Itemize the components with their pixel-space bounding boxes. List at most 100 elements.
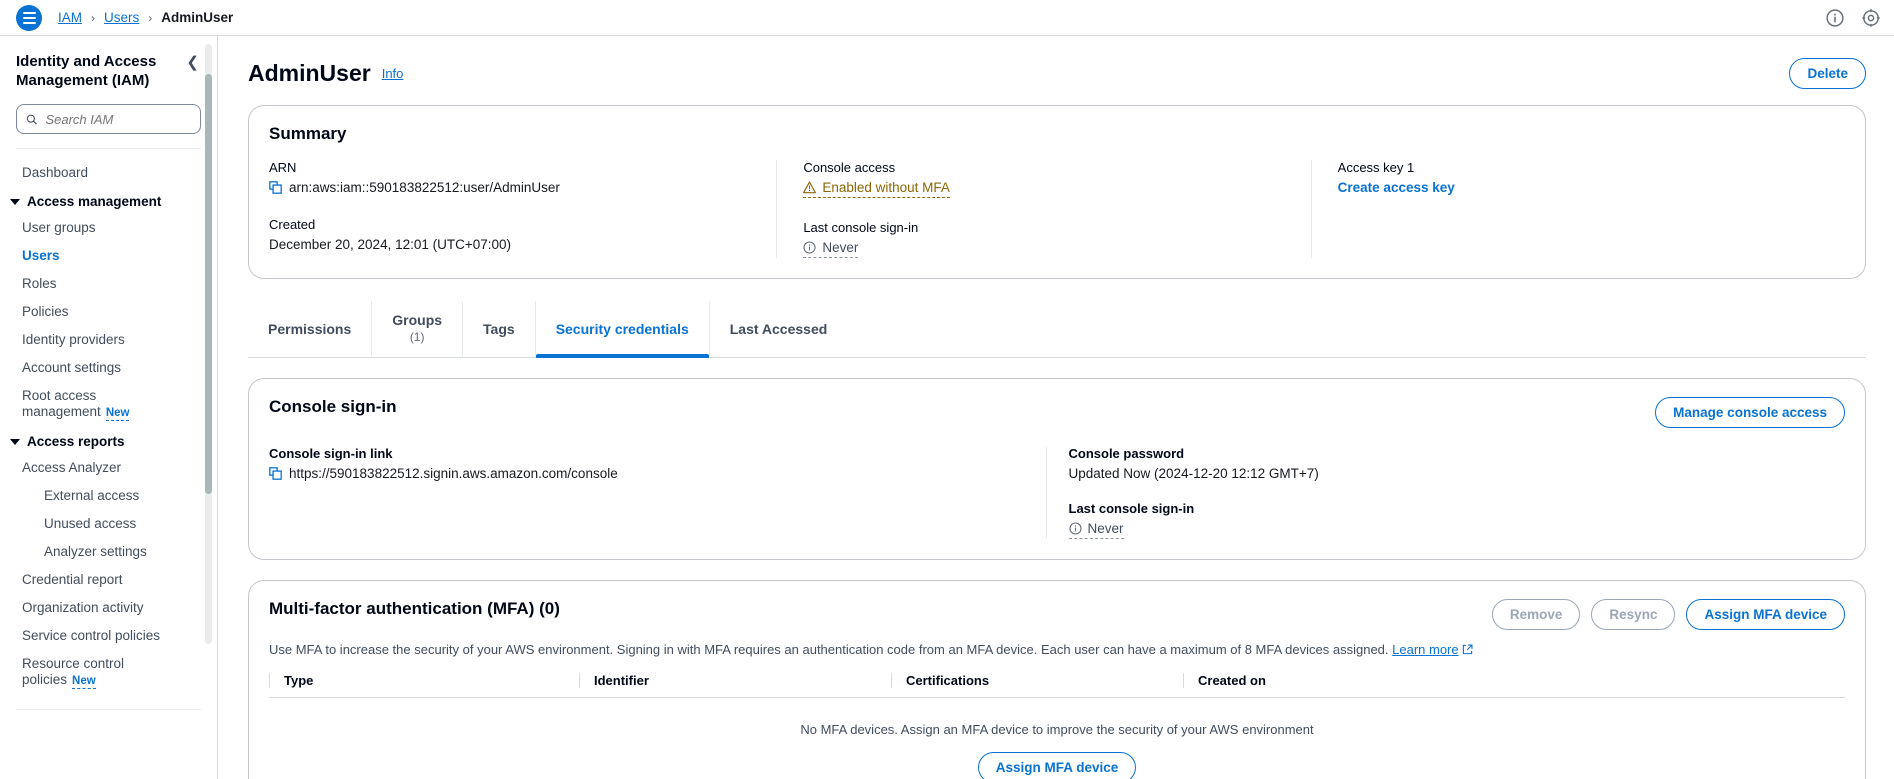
page-title: AdminUser xyxy=(248,60,371,86)
summary-column-access-key: Access key 1 Create access key xyxy=(1310,160,1845,258)
tab-permissions[interactable]: Permissions xyxy=(248,301,373,357)
assign-mfa-device-empty-button[interactable]: Assign MFA device xyxy=(977,752,1137,779)
column-header-certifications[interactable]: Certifications xyxy=(891,673,1183,688)
breadcrumb-separator: › xyxy=(91,10,96,25)
tab-tags[interactable]: Tags xyxy=(463,301,536,357)
caret-down-icon xyxy=(10,198,20,205)
mfa-table: Type Identifier Certifications Created o… xyxy=(269,673,1845,779)
mfa-title: Multi-factor authentication (MFA) (0) xyxy=(269,599,560,618)
arn-label: ARN xyxy=(269,160,297,175)
sidebar-item-service-control-policies[interactable]: Service control policies xyxy=(0,622,217,650)
create-access-key-link[interactable]: Create access key xyxy=(1338,180,1455,195)
warning-triangle-icon xyxy=(803,181,817,194)
sidebar-item-resource-control-policies[interactable]: Resource control policies New xyxy=(0,650,217,695)
console-signin-left: Console sign-in link https://59018382251… xyxy=(269,446,1046,539)
tab-count: (1) xyxy=(409,330,425,344)
console-signin-card: Console sign-in Manage console access Co… xyxy=(248,378,1866,560)
sidebar-item-user-groups[interactable]: User groups xyxy=(0,214,217,242)
sidebar-item-access-analyzer[interactable]: Access Analyzer xyxy=(0,454,217,482)
search-input[interactable] xyxy=(45,111,191,127)
assign-mfa-device-button[interactable]: Assign MFA device xyxy=(1686,599,1845,630)
sidebar-group-access-reports[interactable]: Access reports xyxy=(0,427,217,454)
sidebar-menu: Dashboard Access management User groups … xyxy=(0,149,217,710)
manage-console-access-button[interactable]: Manage console access xyxy=(1655,397,1845,428)
mfa-description-text: Use MFA to increase the security of your… xyxy=(269,642,1389,657)
created-value: December 20, 2024, 12:01 (UTC+07:00) xyxy=(269,237,512,252)
tab-label: Last Accessed xyxy=(729,320,828,337)
sidebar-item-label: Root access management xyxy=(22,388,101,419)
sidebar-item-policies[interactable]: Policies xyxy=(0,298,217,326)
topbar-actions xyxy=(1826,0,1880,36)
tab-last-accessed[interactable]: Last Accessed xyxy=(710,301,848,357)
remove-mfa-button[interactable]: Remove xyxy=(1491,599,1581,630)
settings-gear-icon[interactable] xyxy=(1862,9,1880,27)
copy-icon[interactable] xyxy=(269,467,282,480)
breadcrumb-item-users[interactable]: Users xyxy=(104,10,139,25)
info-circle-icon xyxy=(803,241,816,254)
console-last-signin-label: Last console sign-in xyxy=(1068,501,1195,516)
tab-security-credentials[interactable]: Security credentials xyxy=(535,301,710,358)
sidebar-item-account-settings[interactable]: Account settings xyxy=(0,354,217,382)
console-signin-right: Console password Updated Now (2024-12-20… xyxy=(1045,446,1846,539)
console-access-status: Enabled without MFA xyxy=(803,180,950,198)
mfa-table-empty-state: No MFA devices. Assign an MFA device to … xyxy=(269,698,1845,779)
mfa-description: Use MFA to increase the security of your… xyxy=(269,641,1845,659)
sidebar-item-unused-access[interactable]: Unused access xyxy=(0,510,217,538)
sidebar-divider-bottom xyxy=(16,709,201,710)
tab-groups[interactable]: Groups (1) xyxy=(372,301,464,357)
sidebar-item-identity-providers[interactable]: Identity providers xyxy=(0,326,217,354)
sidebar-title: Identity and Access Management (IAM) xyxy=(16,53,157,89)
tab-label: Permissions xyxy=(268,320,352,337)
delete-button[interactable]: Delete xyxy=(1789,58,1866,89)
column-header-identifier[interactable]: Identifier xyxy=(579,673,891,688)
hamburger-menu-icon[interactable] xyxy=(16,4,42,31)
mfa-empty-message: No MFA devices. Assign an MFA device to … xyxy=(800,722,1314,737)
sidebar-group-access-management[interactable]: Access management xyxy=(0,187,217,214)
sidebar-group-label: Access reports xyxy=(27,434,125,449)
console-password-value: Updated Now (2024-12-20 12:12 GMT+7) xyxy=(1068,466,1319,481)
breadcrumb-item-iam[interactable]: IAM xyxy=(58,10,82,25)
mfa-learn-more-link[interactable]: Learn more xyxy=(1392,642,1458,657)
mfa-table-header: Type Identifier Certifications Created o… xyxy=(269,673,1845,698)
sidebar-item-analyzer-settings[interactable]: Analyzer settings xyxy=(0,538,217,566)
sidebar-item-roles[interactable]: Roles xyxy=(0,270,217,298)
sidebar-item-root-access-management[interactable]: Root access management New xyxy=(0,382,217,427)
console-access-label: Console access xyxy=(803,160,896,175)
caret-down-icon xyxy=(10,438,20,445)
sidebar-item-external-access[interactable]: External access xyxy=(0,482,217,510)
external-link-icon[interactable] xyxy=(1462,644,1473,655)
tab-label: Groups xyxy=(392,312,443,328)
page-info-link[interactable]: Info xyxy=(382,66,404,81)
mfa-card: Multi-factor authentication (MFA) (0) Re… xyxy=(248,580,1866,779)
sidebar-item-dashboard[interactable]: Dashboard xyxy=(0,159,217,187)
info-circle-icon xyxy=(1068,522,1082,535)
sidebar-item-organization-activity[interactable]: Organization activity xyxy=(0,594,217,622)
column-header-created-on[interactable]: Created on xyxy=(1183,673,1443,688)
new-badge: New xyxy=(72,675,96,689)
console-access-value: Enabled without MFA xyxy=(822,180,950,195)
info-circle-icon[interactable] xyxy=(1826,9,1844,27)
arn-value: arn:aws:iam::590183822512:user/AdminUser xyxy=(289,180,560,195)
summary-card: Summary ARN arn:aws:iam::590183822512:us… xyxy=(248,105,1866,279)
console-last-signin-value: Never xyxy=(1087,521,1124,536)
summary-column-identity: ARN arn:aws:iam::590183822512:user/Admin… xyxy=(269,160,776,258)
chevron-left-icon[interactable]: ❮ xyxy=(182,52,203,72)
copy-icon[interactable] xyxy=(269,181,282,194)
column-header-type[interactable]: Type xyxy=(269,673,579,688)
top-navigation-bar: IAM › Users › AdminUser xyxy=(0,0,1894,36)
sidebar-scrollbar[interactable] xyxy=(205,44,212,644)
tab-bar: Permissions Groups (1) Tags Security cre… xyxy=(248,301,1866,358)
sidebar-item-credential-report[interactable]: Credential report xyxy=(0,566,217,594)
breadcrumb-item-adminuser: AdminUser xyxy=(161,10,234,25)
search-icon xyxy=(26,114,37,125)
sidebar-item-users[interactable]: Users xyxy=(0,242,217,270)
console-signin-link-value: https://590183822512.signin.aws.amazon.c… xyxy=(289,466,618,481)
resync-mfa-button[interactable]: Resync xyxy=(1591,599,1676,630)
summary-column-console: Console access Enabled without MFA Last … xyxy=(776,160,1310,258)
tab-label: Security credentials xyxy=(555,320,689,337)
new-badge: New xyxy=(105,407,130,421)
page-header: AdminUser Info Delete xyxy=(248,36,1866,105)
search-input-wrapper[interactable] xyxy=(16,104,201,134)
tab-label: Tags xyxy=(483,320,515,337)
sidebar-scrollbar-thumb[interactable] xyxy=(205,74,212,494)
